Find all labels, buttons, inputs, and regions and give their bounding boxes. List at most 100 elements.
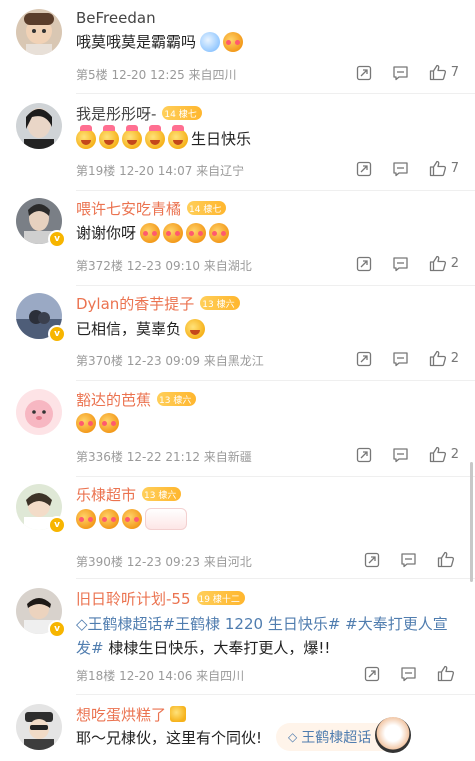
- comment-text-content: 已相信，莫辜负: [76, 320, 182, 338]
- share-button[interactable]: [356, 447, 372, 463]
- comment-actions: 7: [336, 160, 459, 177]
- emoji-icon: [76, 413, 96, 433]
- comment-text-content: 生日快乐: [191, 130, 252, 148]
- comment-actions: 2: [336, 255, 459, 272]
- username[interactable]: 豁达的芭蕉: [76, 389, 151, 410]
- comment-meta: 第5楼 12-20 12:25 来自四川: [76, 68, 237, 82]
- emoji-icon: [99, 124, 119, 149]
- comment-text: ◇王鹤棣超话#王鹤棣 1220 生日快乐# #大奉打更人宣发# 棣棣生日快乐，大…: [76, 612, 461, 660]
- divider: [76, 476, 475, 477]
- like-button[interactable]: [437, 665, 459, 682]
- emoji-icon: [99, 509, 119, 529]
- share-icon: [356, 447, 371, 462]
- emoji-icon: [185, 318, 206, 339]
- comment-icon: [393, 256, 408, 271]
- share-button[interactable]: [364, 666, 380, 682]
- comment-button[interactable]: [392, 256, 409, 272]
- divider: [76, 380, 475, 381]
- share-icon: [356, 65, 371, 80]
- username[interactable]: 想吃蛋烘糕了: [76, 704, 166, 725]
- comment-actions: [344, 665, 459, 682]
- emoji-icon: [168, 124, 188, 149]
- comment-icon: [393, 65, 408, 80]
- comment-icon: [401, 666, 416, 681]
- thumbs-up-icon: [429, 255, 446, 272]
- divider: [76, 93, 475, 94]
- share-button[interactable]: [356, 65, 372, 81]
- cat-sticker-icon: [145, 508, 187, 530]
- emoji-icon: [76, 509, 96, 529]
- comment-header: 喂许七安吃青橘 14 棣七: [76, 197, 227, 219]
- share-icon: [356, 351, 371, 366]
- comment-text-content: 谢谢你呀: [76, 224, 137, 242]
- comment-button[interactable]: [400, 666, 417, 682]
- emoji-icon: [122, 124, 142, 149]
- avatar[interactable]: [16, 103, 62, 149]
- verified-icon: v: [48, 325, 66, 343]
- fan-level-text: 14 棣七: [189, 204, 222, 215]
- comment-text: 哦莫哦莫是霸霸吗: [76, 31, 246, 52]
- like-button[interactable]: 7: [429, 160, 459, 177]
- like-button[interactable]: 2: [429, 350, 459, 367]
- like-count: 7: [450, 161, 459, 176]
- diamond-icon: ◇: [76, 615, 88, 633]
- comment-icon: [393, 447, 408, 462]
- comment-button[interactable]: [392, 161, 409, 177]
- emoji-icon: [122, 509, 142, 529]
- floating-topic-chip[interactable]: ◇ 王鹤棣超话: [276, 717, 412, 753]
- emoji-icon: [76, 124, 96, 149]
- like-count: 7: [450, 65, 459, 80]
- avatar[interactable]: [16, 704, 62, 750]
- comment-text: 谢谢你呀: [76, 222, 232, 243]
- username[interactable]: BeFreedan: [76, 9, 156, 27]
- verified-icon: v: [48, 620, 66, 638]
- comment-header: 我是彤彤呀- 14 棣七: [76, 102, 202, 124]
- comment-button[interactable]: [392, 65, 409, 81]
- comment-button[interactable]: [392, 351, 409, 367]
- emoji-icon: [145, 124, 165, 149]
- fan-level-badge: 13 棣六: [200, 296, 240, 310]
- username[interactable]: 喂许七安吃青橘: [76, 198, 181, 219]
- avatar[interactable]: [16, 389, 62, 435]
- comment-actions: 7: [336, 64, 459, 81]
- fan-level-badge: 13 棣六: [142, 487, 182, 501]
- fan-level-text: 14 棣七: [164, 109, 197, 120]
- fan-level-text: 19 棣十二: [198, 594, 240, 605]
- emoji-icon: [140, 222, 161, 243]
- comment-button[interactable]: [392, 447, 409, 463]
- comment-meta: 第336楼 12-22 21:12 来自新疆: [76, 450, 252, 464]
- like-button[interactable]: 2: [429, 255, 459, 272]
- username[interactable]: 我是彤彤呀-: [76, 103, 156, 124]
- share-icon: [364, 552, 380, 567]
- fan-level-badge: 14 棣七: [162, 106, 202, 120]
- like-button[interactable]: 7: [429, 64, 459, 81]
- thumbs-up-icon: [429, 350, 446, 367]
- scrollbar[interactable]: [470, 462, 473, 582]
- username[interactable]: 旧日聆听计划-55: [76, 588, 191, 609]
- fan-level-badge: 14 棣七: [187, 201, 227, 215]
- avatar[interactable]: [16, 9, 62, 55]
- username[interactable]: Dylan的香芋提子: [76, 293, 194, 314]
- comment-text-content: 棣棣生日快乐，大奉打更人，爆!!: [108, 639, 331, 657]
- thumbs-up-icon: [429, 64, 446, 81]
- like-button[interactable]: [437, 551, 459, 568]
- divider: [76, 694, 475, 695]
- fan-level-badge: 13 棣六: [157, 392, 197, 406]
- like-count: 2: [450, 256, 459, 271]
- comment-header: Dylan的香芋提子 13 棣六: [76, 292, 240, 314]
- share-button[interactable]: [356, 161, 372, 177]
- username[interactable]: 乐棣超市: [76, 484, 136, 505]
- comment-text: 耶～兄棣伙，这里有个同伙!: [76, 727, 262, 748]
- comment-header: 旧日聆听计划-55 19 棣十二: [76, 587, 245, 609]
- emoji-icon: [163, 222, 184, 243]
- share-button[interactable]: [356, 351, 372, 367]
- comment-header: 乐棣超市 13 棣六: [76, 483, 182, 505]
- like-button[interactable]: 2: [429, 446, 459, 463]
- verified-icon: v: [48, 230, 66, 248]
- thumbs-up-icon: [437, 551, 455, 568]
- divider: [76, 285, 475, 286]
- comment-text: [76, 413, 122, 433]
- share-button[interactable]: [364, 552, 380, 568]
- share-button[interactable]: [356, 256, 372, 272]
- comment-button[interactable]: [400, 552, 417, 568]
